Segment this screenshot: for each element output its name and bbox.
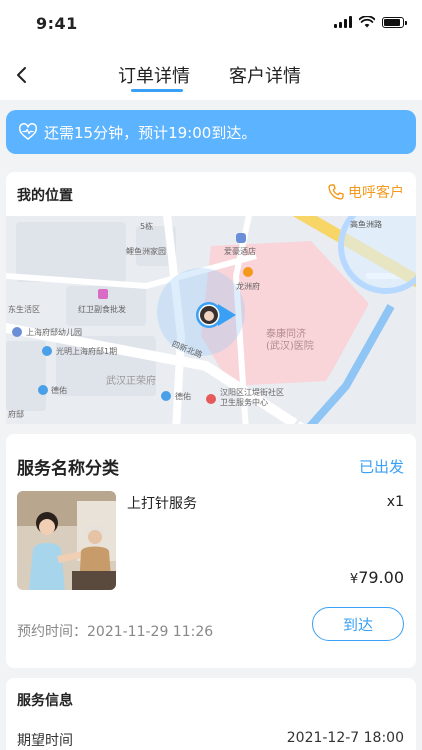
service-card: 服务名称分类 已出发 上打针服务 x1 ¥79.00 预约时间：2021-11-… <box>6 434 416 668</box>
currency-symbol: ¥ <box>349 572 359 587</box>
service-info-card: 服务信息 期望时间 2021-12-7 18:00 <box>6 678 416 750</box>
battery-icon <box>382 16 407 28</box>
deyou2-poi-icon <box>161 391 171 401</box>
service-info-title: 服务信息 <box>17 693 73 709</box>
hotel-poi-icon <box>236 233 246 243</box>
service-photo <box>17 491 116 590</box>
service-status-badge: 已出发 <box>358 458 404 476</box>
current-location-marker <box>196 301 240 329</box>
map-label-east: 东生活区 <box>8 305 40 314</box>
tab-customer-details[interactable]: 客户详情 <box>229 62 301 88</box>
direction-arrow-icon <box>196 302 236 328</box>
eta-notice-text: 还需15分钟，预计19:00到达。 <box>44 123 257 142</box>
arrive-button[interactable]: 到达 <box>312 607 404 641</box>
location-card: 我的位置 电呼客户 高鱼洲路 5栋 鲤鱼洲家园 爱豪酒店 龙洲府 东生活区 红卫… <box>6 172 416 424</box>
heart-pulse-icon <box>18 123 38 140</box>
service-price: ¥79.00 <box>350 568 404 587</box>
cellular-signal-icon <box>334 16 352 28</box>
map-label-hospital: 泰康同济 (武汉)医院 <box>266 329 314 352</box>
tab-order-details[interactable]: 订单详情 <box>118 62 190 88</box>
price-value: 79.00 <box>358 568 404 587</box>
call-customer-button[interactable]: 电呼客户 <box>327 182 404 202</box>
active-tab-indicator <box>131 89 183 92</box>
service-category-title: 服务名称分类 <box>17 459 119 479</box>
map-label-hotel: 爱豪酒店 <box>224 247 256 256</box>
map-label-fudi: 府邸 <box>8 410 24 419</box>
health-center-poi-icon <box>206 394 216 404</box>
service-item-name: 上打针服务 <box>127 496 197 512</box>
map-view[interactable]: 高鱼洲路 5栋 鲤鱼洲家园 爱豪酒店 龙洲府 东生活区 红卫副食批发 上海府邸幼… <box>6 216 416 424</box>
wifi-icon <box>359 16 375 28</box>
status-icons <box>334 16 407 28</box>
eta-notice-banner: 还需15分钟，预计19:00到达。 <box>6 110 416 154</box>
nav-bar: 订单详情 客户详情 <box>0 50 422 100</box>
map-label-wuhan-zhengrong: 武汉正荣府 <box>106 376 156 387</box>
longzhou-poi-icon <box>243 267 253 277</box>
map-label-fish: 鲤鱼洲家园 <box>126 247 166 256</box>
guangming-poi-icon <box>42 346 52 356</box>
status-bar: 9:41 <box>0 0 422 50</box>
map-label-health: 汉阳区江堤街社区 卫生服务中心 <box>220 388 284 407</box>
back-button[interactable] <box>10 62 36 88</box>
call-customer-label: 电呼客户 <box>348 185 404 201</box>
expected-time-value: 2021-12-7 18:00 <box>286 730 404 746</box>
map-label-longzhou: 龙洲府 <box>236 282 260 291</box>
chevron-left-icon <box>17 67 26 83</box>
map-label-guangming: 光明上海府邸1期 <box>56 347 118 356</box>
map-label-deyou2: 德佑 <box>175 392 191 401</box>
phone-icon <box>328 184 344 200</box>
location-title: 我的位置 <box>17 188 73 204</box>
map-label-deyou1: 德佑 <box>51 386 67 395</box>
service-quantity: x1 <box>386 494 404 510</box>
kindergarten-poi-icon <box>12 327 22 337</box>
map-label-hongwei: 红卫副食批发 <box>78 305 126 314</box>
deyou-poi-icon <box>38 385 48 395</box>
map-label-kindergarten: 上海府邸幼儿园 <box>26 328 82 337</box>
status-time: 9:41 <box>36 14 78 33</box>
expected-time-label: 期望时间 <box>17 733 73 749</box>
map-label-num5: 5栋 <box>140 222 154 231</box>
appointment-time: 预约时间：2021-11-29 11:26 <box>17 624 214 640</box>
map-label-gaoyu: 高鱼洲路 <box>350 220 382 229</box>
store-poi-icon <box>98 289 108 299</box>
